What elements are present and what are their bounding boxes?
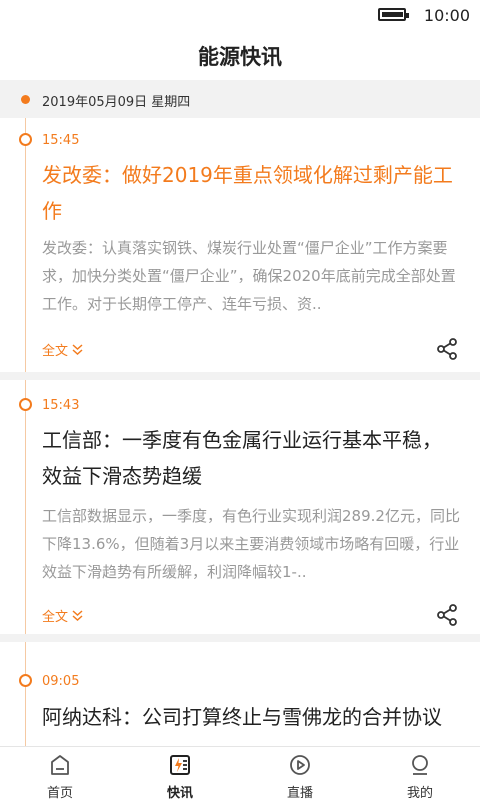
read-more-label: 全文	[42, 344, 69, 359]
news-title[interactable]: 工信部：一季度有色金属行业运行基本平稳，效益下滑态势趋缓	[42, 422, 454, 494]
timeline-line	[25, 642, 26, 746]
date-text: 2019年05月09日 星期四	[42, 95, 191, 110]
read-more-label: 全文	[42, 610, 69, 625]
share-icon[interactable]	[436, 604, 458, 626]
date-bar: 2019年05月09日 星期四	[0, 80, 480, 118]
flash-news-icon	[170, 755, 190, 775]
bottom-tab-bar: 首页 快讯 直播 我的	[0, 746, 480, 801]
chevron-double-down-icon	[72, 344, 83, 355]
news-time: 15:43	[42, 398, 80, 413]
news-item[interactable]: 15:45 发改委：做好2019年重点领域化解过剩产能工作 发改委：认真落实钢铁…	[0, 118, 480, 372]
news-summary: 发改委：认真落实钢铁、煤炭行业处置“僵尸企业”工作方案要求，加快分类处置“僵尸企…	[42, 239, 456, 313]
tab-profile[interactable]: 我的	[360, 747, 480, 801]
read-more-link[interactable]: 全文	[42, 340, 83, 359]
play-icon	[290, 755, 310, 775]
tab-live[interactable]: 直播	[240, 747, 360, 801]
tab-label: 首页	[46, 786, 73, 801]
tab-label: 直播	[286, 786, 313, 801]
chevron-double-down-icon	[72, 610, 83, 621]
tab-label: 快讯	[166, 786, 193, 801]
share-icon[interactable]	[436, 338, 458, 360]
page-title: 能源快讯	[198, 45, 282, 69]
tab-flash-news[interactable]: 快讯	[120, 747, 240, 801]
news-title[interactable]: 发改委：做好2019年重点领域化解过剩产能工作	[42, 157, 454, 229]
news-time: 15:45	[42, 133, 80, 148]
timeline-line	[25, 380, 26, 634]
news-time: 09:05	[42, 674, 80, 689]
timeline-dot-icon	[19, 133, 32, 146]
status-time: 10:00	[423, 6, 470, 25]
status-bar: 10:00	[0, 0, 480, 30]
battery-icon	[378, 8, 409, 21]
header: 能源快讯	[0, 30, 480, 80]
timeline-dot-icon	[19, 674, 32, 687]
profile-icon	[412, 755, 428, 775]
timeline-dot-icon	[21, 95, 30, 104]
tab-label: 我的	[406, 786, 433, 801]
news-title[interactable]: 阿纳达科：公司打算终止与雪佛龙的合并协议	[42, 699, 454, 735]
news-item[interactable]: 09:05 阿纳达科：公司打算终止与雪佛龙的合并协议	[0, 642, 480, 746]
news-item[interactable]: 15:43 工信部：一季度有色金属行业运行基本平稳，效益下滑态势趋缓 工信部数据…	[0, 380, 480, 634]
tab-home[interactable]: 首页	[0, 747, 120, 801]
read-more-link[interactable]: 全文	[42, 606, 83, 625]
timeline-dot-icon	[19, 398, 32, 411]
timeline-line	[25, 118, 26, 372]
news-summary: 工信部数据显示，一季度，有色行业实现利润289.2亿元，同比下降13.6%，但随…	[42, 507, 460, 581]
home-icon	[51, 755, 69, 775]
